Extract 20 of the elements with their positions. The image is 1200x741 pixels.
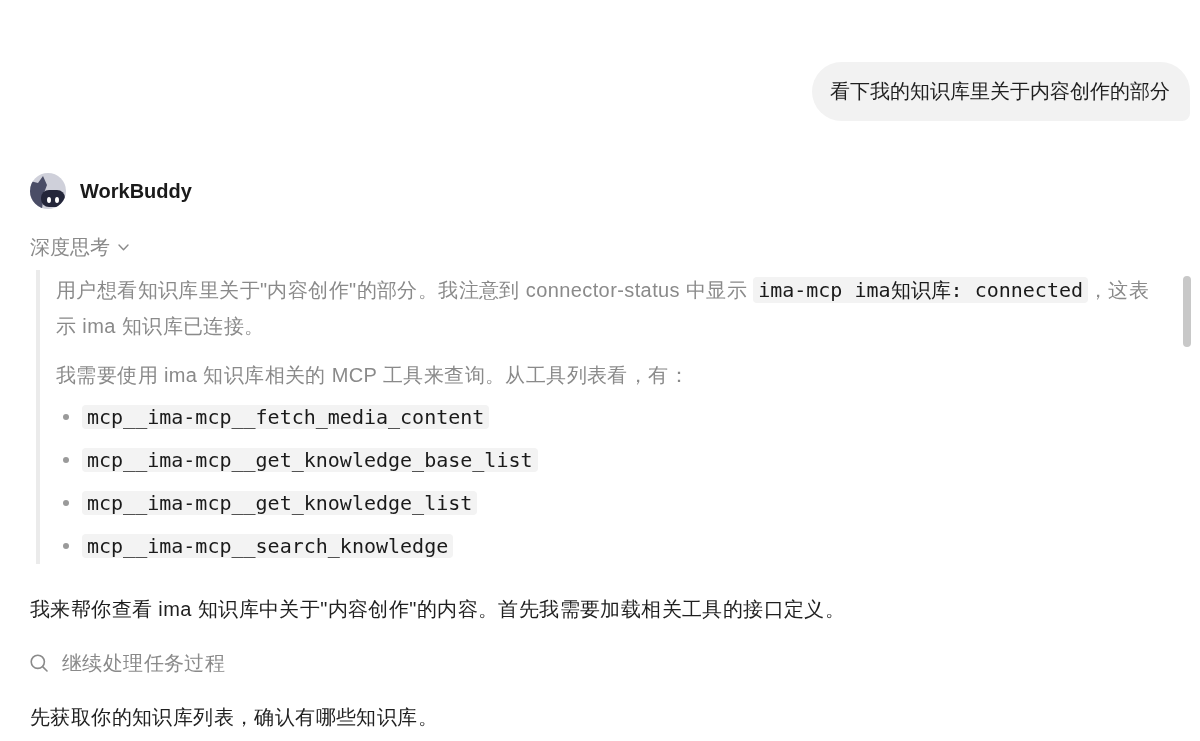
bullet-icon [63,457,69,463]
tool-name-code: mcp__ima-mcp__get_knowledge_list [82,491,478,515]
search-icon [30,654,48,672]
reply-text: 先获取你的知识库列表，确认有哪些知识库。 [30,705,439,730]
bullet-icon [63,543,69,549]
assistant-name: WorkBuddy [80,179,192,204]
reply-text: 我来帮你查看 ima 知识库中关于"内容创作"的内容。首先我需要加载相关工具的接口定义。 [30,597,847,622]
tool-name-code: mcp__ima-mcp__search_knowledge [82,534,454,558]
user-message: 看下我的知识库里关于内容创作的部分 [812,62,1190,121]
tool-name-code: mcp__ima-mcp__fetch_media_content [82,405,490,429]
chevron-icon [118,243,129,251]
tool-name-code: mcp__ima-mcp__get_knowledge_base_list [82,448,538,472]
bullet-icon [63,414,69,420]
thinking-text: 我需要使用 ima 知识库相关的 MCP 工具来查询。从工具列表看，有： [56,363,690,388]
task-step[interactable]: 继续处理任务过程 [30,647,226,679]
thinking-toggle[interactable]: 深度思考 [30,233,129,261]
scrollbar-thumb[interactable] [1183,276,1191,347]
robot-avatar-icon [30,173,66,209]
bullet-icon [63,500,69,506]
thinking-text: 用户想看知识库里关于"内容创作"的部分。我注意到 connector-status 中显示 ima-mcp ima知识库: connected ，这表示 ima 知识库已连接。 [56,276,1151,339]
